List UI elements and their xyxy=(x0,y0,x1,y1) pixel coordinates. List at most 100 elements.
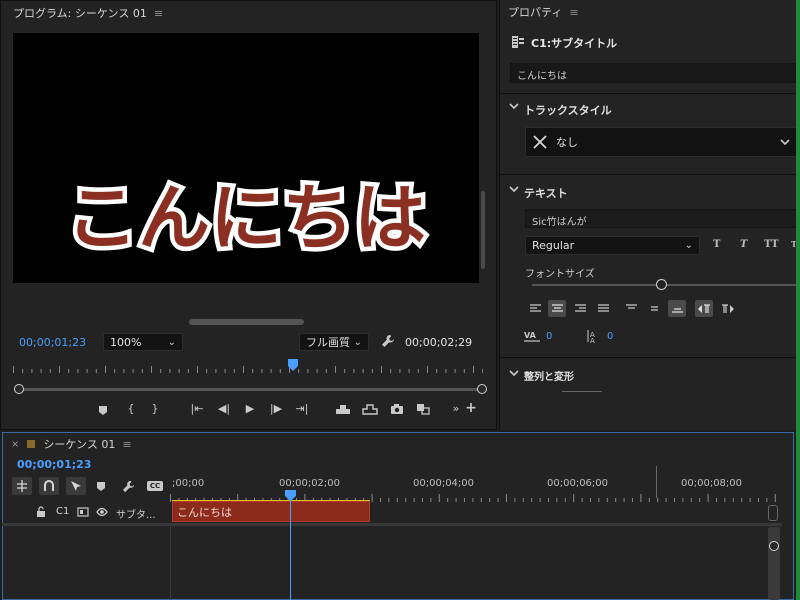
track-output-icon[interactable] xyxy=(77,507,89,517)
chevron-down-icon xyxy=(780,138,790,146)
go-to-in-icon[interactable]: |⇤ xyxy=(188,402,206,416)
go-to-out-icon[interactable]: ⇥| xyxy=(293,402,311,416)
zoom-dropdown[interactable]: 100% ⌄ xyxy=(103,333,183,351)
ruler-label: 00;00;02;00 xyxy=(279,478,341,489)
chevron-down-icon[interactable] xyxy=(509,185,519,193)
track-name: C1 xyxy=(56,506,70,517)
hamburger-menu-icon[interactable]: ≡ xyxy=(122,438,131,451)
chevron-down-icon[interactable] xyxy=(509,102,519,110)
ruler-label: 00;00;04;00 xyxy=(413,478,475,489)
lift-icon[interactable] xyxy=(334,402,352,416)
all-caps-button[interactable]: TT xyxy=(764,239,779,250)
wrench-icon[interactable] xyxy=(122,480,135,493)
caption-clip[interactable]: こんにちは xyxy=(172,501,370,522)
captions-icon[interactable]: CC xyxy=(147,481,163,491)
properties-panel: プロパティ ≡ C1:サブタイトル こんにちは トラックスタイル なし テキスト … xyxy=(499,0,800,430)
current-timecode[interactable]: 00;00;01;23 xyxy=(19,336,86,349)
track-scroll-icon[interactable] xyxy=(768,505,778,521)
add-marker-icon[interactable] xyxy=(96,481,106,491)
hamburger-menu-icon[interactable]: ≡ xyxy=(154,7,163,20)
monitor-time-ruler[interactable] xyxy=(13,361,483,373)
marker-icon[interactable] xyxy=(94,403,112,417)
align-right-icon[interactable] xyxy=(571,300,589,317)
scrollbar-handle[interactable] xyxy=(769,541,779,551)
zoom-navigator-track[interactable] xyxy=(19,388,481,391)
compare-icon[interactable] xyxy=(414,402,432,416)
video-preview: こんにちは xyxy=(13,33,479,283)
faux-bold-button[interactable]: T xyxy=(713,239,720,250)
window-edge xyxy=(796,0,800,600)
font-family-field[interactable]: Sic竹はんが xyxy=(525,209,797,228)
extract-icon[interactable] xyxy=(361,402,379,416)
program-monitor-panel: プログラム: シーケンス 01 ≡ こんにちは 00;00;01;23 100% ⌄… xyxy=(0,0,497,430)
font-size-slider-handle[interactable] xyxy=(656,279,667,290)
vertical-scrollbar[interactable] xyxy=(481,191,485,269)
sequence-color-icon xyxy=(27,440,36,448)
nest-toggle-icon[interactable] xyxy=(12,477,32,495)
faux-italic-button[interactable]: T xyxy=(740,239,747,250)
panel-title: プロパティ ≡ xyxy=(508,4,579,20)
navigator-handle-left[interactable] xyxy=(14,384,24,394)
chevron-down-icon: ⌄ xyxy=(353,336,362,348)
eye-icon[interactable] xyxy=(96,507,108,517)
add-button-icon[interactable]: + xyxy=(462,401,480,415)
track-style-value: なし xyxy=(556,136,578,149)
align-center-icon[interactable] xyxy=(548,300,566,317)
font-style-dropdown[interactable]: Regular ⌄ xyxy=(525,236,700,255)
playhead-marker[interactable] xyxy=(287,359,298,371)
rtl-direction-icon[interactable] xyxy=(718,300,736,317)
tracking-icon: VA xyxy=(524,329,540,343)
align-bottom-icon[interactable] xyxy=(668,300,686,317)
hamburger-menu-icon[interactable]: ≡ xyxy=(569,6,578,19)
playhead-line xyxy=(290,500,291,600)
chevron-down-icon: ⌄ xyxy=(684,240,693,251)
play-icon[interactable]: ▶ xyxy=(241,402,259,416)
section-divider xyxy=(500,174,800,175)
track-style-dropdown[interactable]: なし xyxy=(525,127,797,157)
ruler-label: 00;00;08;00 xyxy=(681,478,743,489)
align-top-icon[interactable] xyxy=(622,300,640,317)
export-frame-icon[interactable] xyxy=(388,402,406,416)
caption-text-field[interactable]: こんにちは xyxy=(510,63,797,83)
leading-value[interactable]: 0 xyxy=(607,331,613,342)
section-divider xyxy=(500,357,800,358)
chevron-down-icon[interactable] xyxy=(509,369,519,377)
duration-timecode: 00;00;02;29 xyxy=(405,336,473,349)
wrench-icon[interactable] xyxy=(381,334,395,348)
leading-icon: AA xyxy=(587,329,601,343)
track-label: サブタ... xyxy=(116,510,156,521)
sequence-timecode[interactable]: 00;00;01;23 xyxy=(17,458,91,471)
align-transform-heading[interactable]: 整列と変形 xyxy=(524,368,574,383)
properties-title: プロパティ xyxy=(508,6,563,19)
timeline-vertical-scrollbar[interactable] xyxy=(768,527,780,600)
mark-in-icon[interactable]: { xyxy=(122,402,140,416)
ltr-direction-icon[interactable] xyxy=(695,300,713,317)
caption-track-icon xyxy=(511,35,525,49)
step-back-icon[interactable]: ◀| xyxy=(215,402,233,416)
track-style-heading[interactable]: トラックスタイル xyxy=(524,102,612,118)
align-left-icon[interactable] xyxy=(526,300,544,317)
justify-icon[interactable] xyxy=(594,300,612,317)
snap-icon[interactable] xyxy=(39,477,59,495)
caption-label: C1:サブタイトル xyxy=(531,37,618,50)
step-forward-icon[interactable]: |▶ xyxy=(267,402,285,416)
text-section-heading[interactable]: テキスト xyxy=(524,185,568,201)
mark-out-icon[interactable]: } xyxy=(146,402,164,416)
close-icon xyxy=(532,134,548,150)
ruler-label: ;00;00 xyxy=(172,478,205,489)
lock-icon[interactable] xyxy=(36,506,46,517)
panel-title: × シーケンス 01 ≡ xyxy=(11,436,132,452)
track-divider xyxy=(2,523,782,526)
navigator-handle-right[interactable] xyxy=(477,384,487,394)
resolution-dropdown[interactable]: フル画質 ⌄ xyxy=(299,333,369,351)
align-middle-icon[interactable] xyxy=(645,300,663,317)
font-style-value: Regular xyxy=(532,239,575,252)
program-monitor-title: プログラム: シーケンス 01 xyxy=(13,7,147,20)
close-icon[interactable]: × xyxy=(11,439,19,450)
tracking-value[interactable]: 0 xyxy=(546,331,552,342)
linked-selection-icon[interactable] xyxy=(66,477,86,495)
chevron-down-icon: ⌄ xyxy=(167,336,176,348)
horizontal-scrollbar[interactable] xyxy=(189,319,304,325)
resolution-value: フル画質 xyxy=(306,336,350,349)
panel-title: プログラム: シーケンス 01 ≡ xyxy=(13,5,163,21)
